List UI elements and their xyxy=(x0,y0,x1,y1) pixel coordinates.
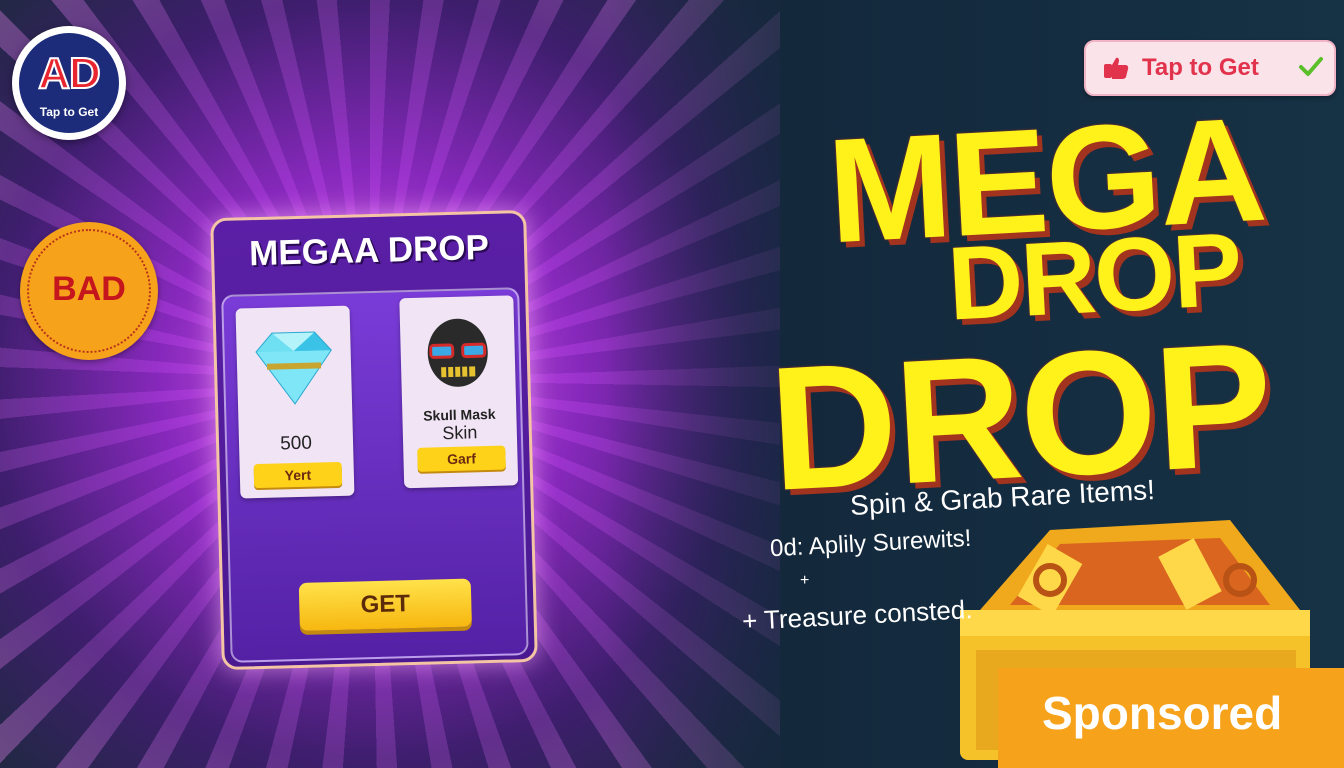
card-title: MEGAA DROP xyxy=(248,227,490,274)
item-value: 500 xyxy=(279,432,313,455)
item-button-garf[interactable]: Garf xyxy=(417,445,506,472)
plus-symbol: + xyxy=(800,572,810,589)
item-card-skull-mask[interactable]: Skull Mask Skin Garf xyxy=(399,295,519,489)
checkmark-icon xyxy=(1299,57,1323,76)
tap-to-get-label: Tap to Get xyxy=(1142,54,1259,81)
ad-badge-text: AD xyxy=(37,48,102,99)
bad-badge: BAD xyxy=(20,222,158,360)
item-card-diamond[interactable]: 500 Yert xyxy=(235,305,355,499)
card-items-panel: 500 Yert Skull Mask Skin Garf GET xyxy=(221,287,529,663)
skull-mask-icon xyxy=(427,318,488,387)
ad-badge-subtext: Tap to Get xyxy=(39,105,99,119)
sponsored-text: Sponsored xyxy=(1042,687,1283,739)
bad-badge-label: BAD xyxy=(52,270,126,308)
reward-card: MEGAA DROP 500 Yert Skull Mask Skin Garf… xyxy=(210,209,538,671)
item-subtitle: Skin xyxy=(442,422,478,444)
ad-badge[interactable]: AD Tap to Get xyxy=(12,26,126,140)
diamond-icon xyxy=(255,331,332,405)
hand-pointer-icon xyxy=(1104,57,1129,79)
ad-badge-inner: AD Tap to Get xyxy=(19,33,119,133)
sponsored-label: Sponsored xyxy=(998,668,1344,768)
item-button-yert[interactable]: Yert xyxy=(253,461,343,489)
get-button[interactable]: GET xyxy=(298,578,472,632)
